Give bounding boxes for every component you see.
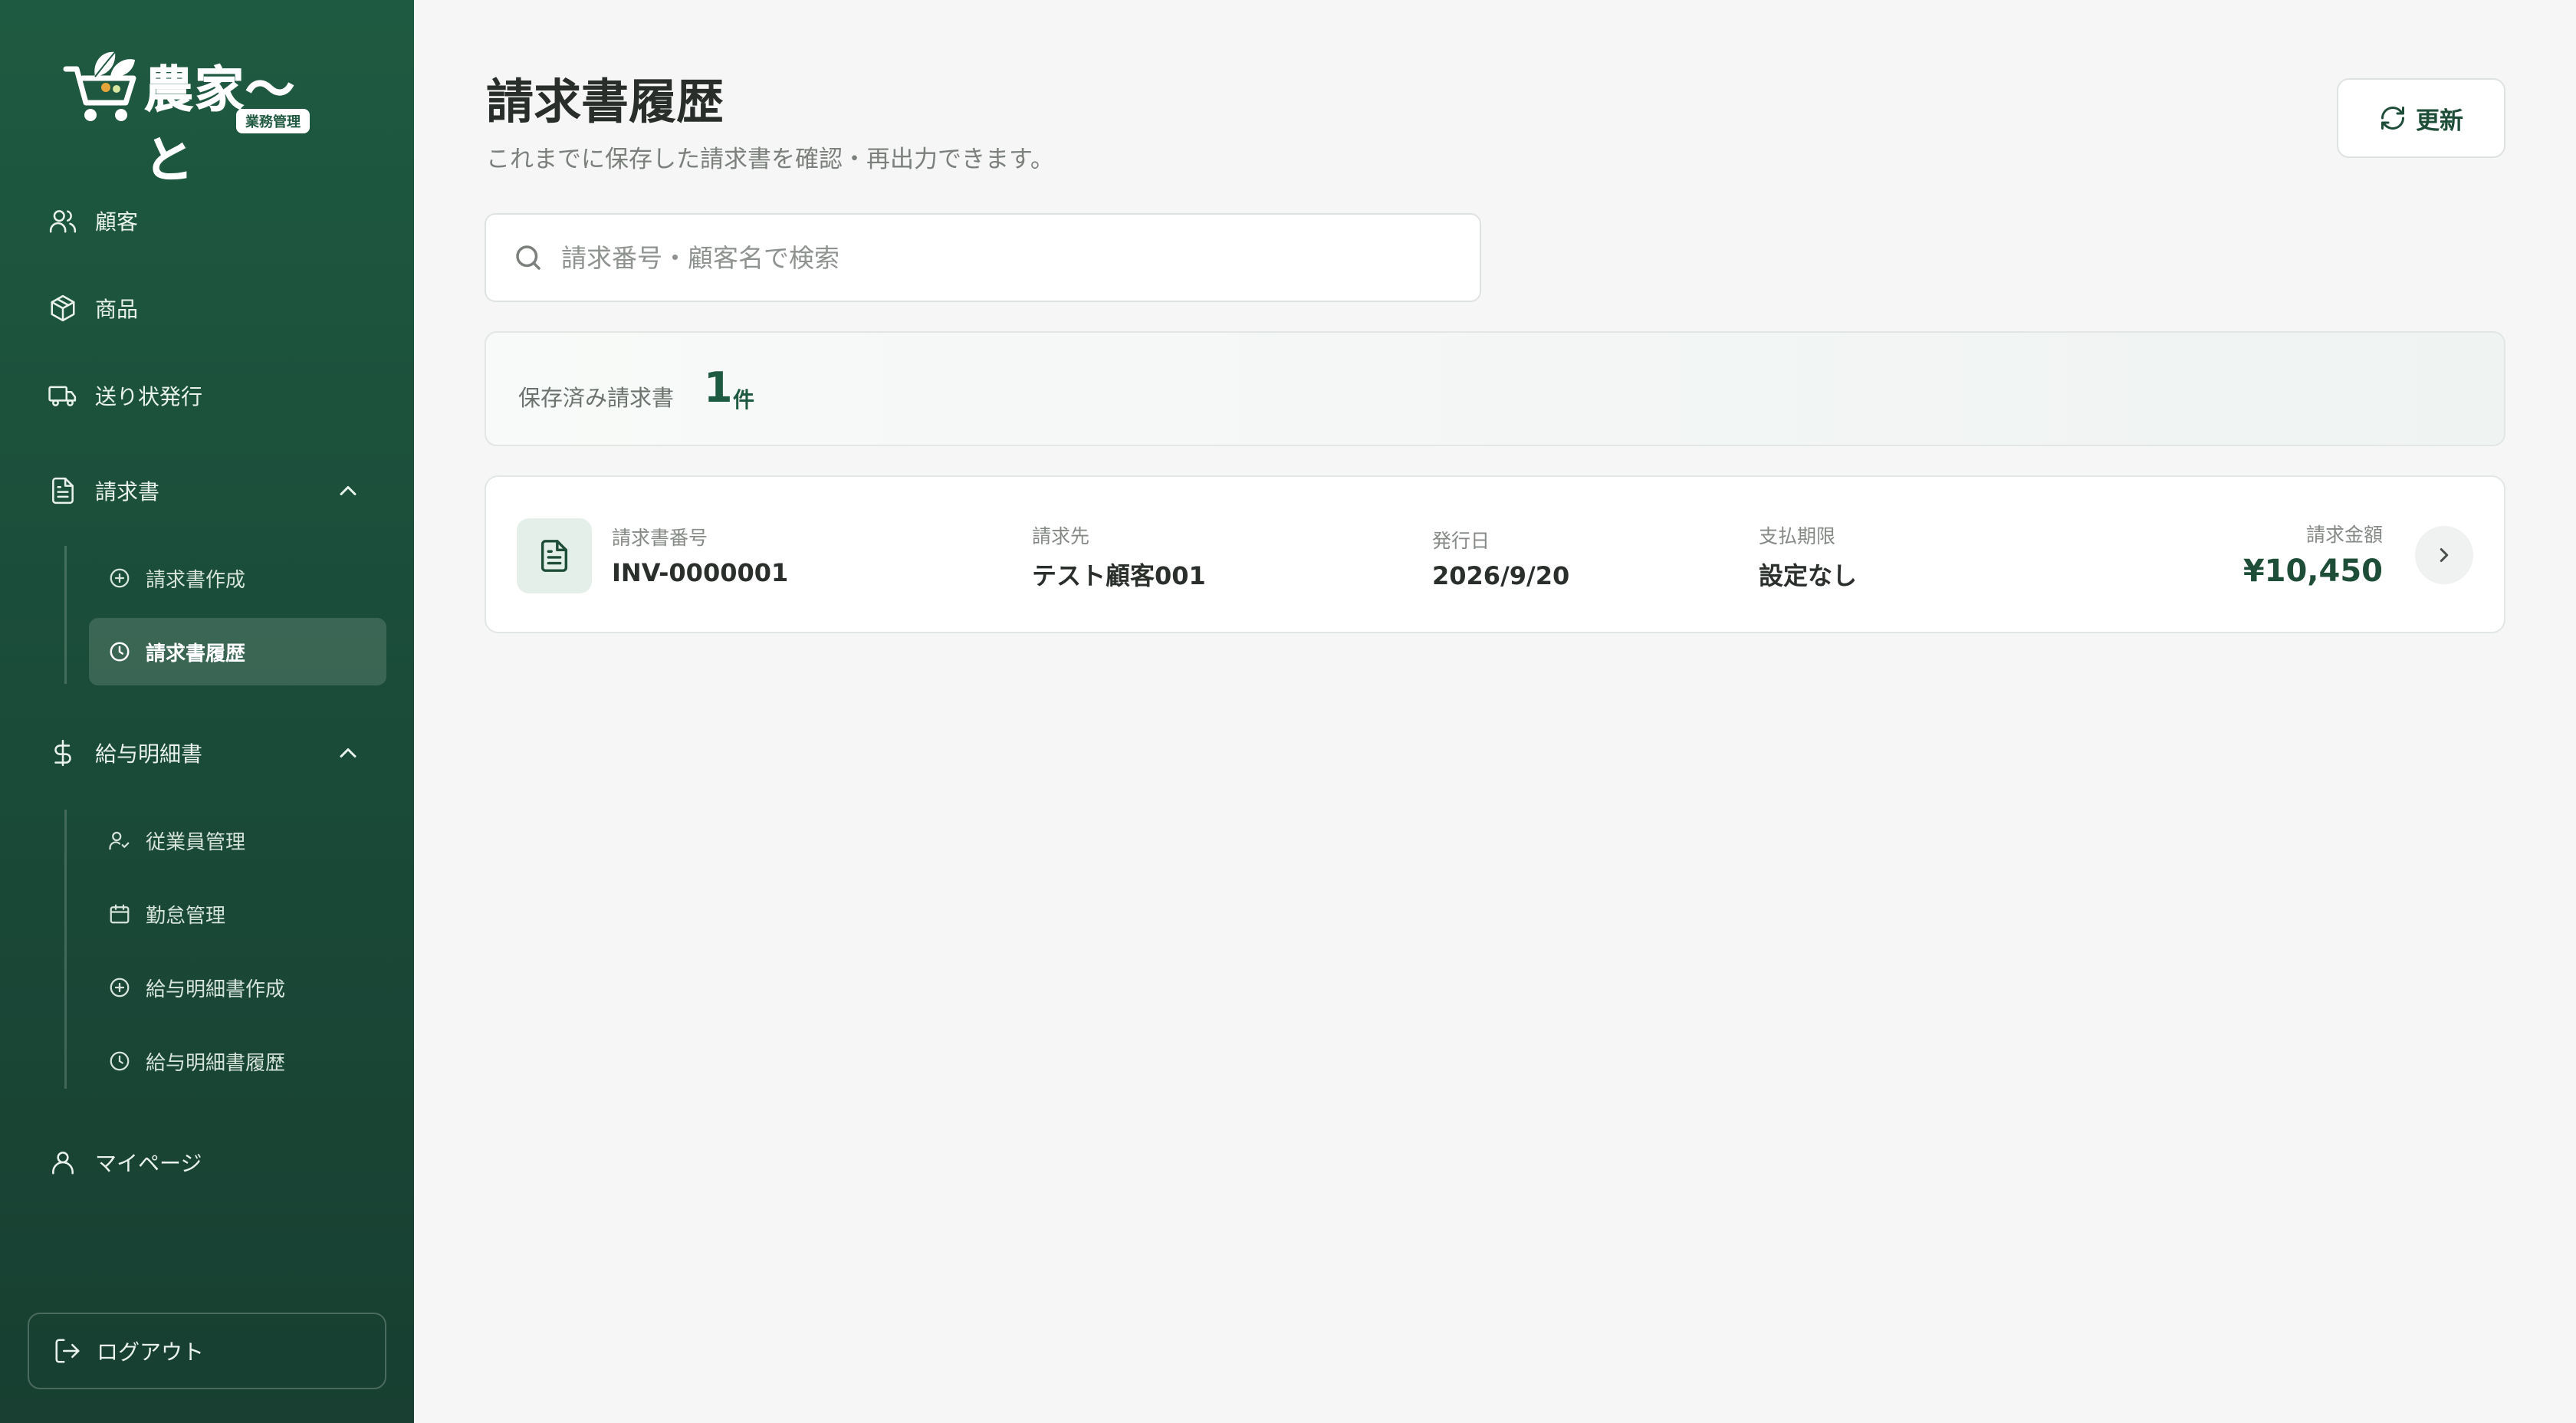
invoice-client-label: 請求先 (1032, 525, 1090, 547)
invoice-client-cell: 請求先 テスト顧客001 (1032, 521, 1206, 592)
sidebar-item-label: 送り状発行 (95, 384, 203, 409)
invoice-amount-cell: 請求金額 ¥10,450 (2243, 520, 2383, 589)
sidebar-item-label: 給与明細書 (95, 741, 203, 767)
invoice-issue-cell: 発行日 2026/9/20 (1432, 526, 1569, 590)
invoice-amount: ¥10,450 (2242, 554, 2383, 589)
package-icon (46, 291, 80, 325)
clock-icon (107, 639, 132, 664)
invoice-row[interactable]: 請求書番号 INV-0000001 請求先 テスト顧客001 発行日 2026/… (485, 475, 2505, 633)
sidebar-item-label: 給与明細書作成 (146, 978, 286, 1001)
sidebar: 農家〜と 業務管理 顧客 商品 送り状発行 請求書 請求書作成 請求書履歴 給与… (0, 0, 414, 1423)
search-input[interactable] (561, 242, 1405, 273)
clock-icon (107, 1049, 132, 1073)
invoice-number-label: 請求書番号 (612, 527, 708, 549)
invoice-open-button[interactable] (2415, 526, 2473, 584)
page-title: 請求書履歴 (486, 74, 724, 130)
saved-count-value: 1 (704, 363, 733, 412)
refresh-icon (2381, 107, 2404, 130)
user-check-icon (107, 828, 132, 853)
invoice-issue-label: 発行日 (1432, 530, 1490, 552)
sidebar-item-label: 従業員管理 (146, 830, 246, 854)
sidebar-item-invoices[interactable]: 請求書 (46, 468, 159, 514)
saved-count-label: 保存済み請求書 (518, 385, 675, 411)
truck-icon (46, 379, 80, 412)
invoice-due-label: 支払期限 (1759, 525, 1836, 547)
logout-button[interactable]: ログアウト (28, 1313, 386, 1389)
sidebar-item-invoice-create[interactable]: 請求書作成 (89, 544, 386, 612)
page-subtitle: これまでに保存した請求書を確認・再出力できます。 (486, 146, 1054, 173)
chevron-right-icon (2440, 548, 2449, 562)
saved-count-unit: 件 (733, 387, 755, 412)
users-icon (46, 204, 80, 238)
saved-count-card: 保存済み請求書 1 件 (485, 331, 2505, 446)
sidebar-item-payslip-create[interactable]: 給与明細書作成 (89, 954, 386, 1021)
user-icon (46, 1145, 80, 1179)
refresh-label: 更新 (2416, 107, 2463, 135)
chevron-up-icon[interactable] (334, 739, 362, 767)
calendar-icon (107, 902, 132, 926)
invoice-client: テスト顧客001 (1032, 561, 1206, 590)
sidebar-item-employees[interactable]: 従業員管理 (89, 807, 386, 874)
sidebar-item-products[interactable]: 商品 (46, 285, 138, 331)
sidebar-item-mypage[interactable]: マイページ (46, 1139, 202, 1185)
invoice-issue-date: 2026/9/20 (1432, 561, 1570, 590)
plus-circle-icon (107, 975, 132, 1000)
sidebar-item-payslip-history[interactable]: 給与明細書履歴 (89, 1027, 386, 1095)
plus-circle-icon (107, 566, 132, 590)
invoice-document-icon (517, 518, 592, 593)
sidebar-item-label: 顧客 (95, 209, 139, 235)
invoice-due-cell: 支払期限 設定なし (1759, 521, 1857, 592)
sidebar-item-invoice-history[interactable]: 請求書履歴 (89, 618, 386, 685)
file-text-icon (46, 474, 80, 508)
search-box[interactable] (485, 213, 1481, 302)
sidebar-item-label: マイページ (95, 1151, 202, 1176)
sidebar-item-label: 給与明細書履歴 (146, 1051, 286, 1075)
dollar-icon (46, 736, 80, 770)
invoice-amount-label: 請求金額 (2305, 524, 2383, 546)
logout-icon (51, 1334, 84, 1368)
sidebar-item-label: 勤怠管理 (146, 904, 226, 928)
brand-tag: 業務管理 (236, 109, 310, 133)
submenu-divider (64, 546, 67, 684)
submenu-divider (64, 810, 67, 1089)
sidebar-item-shipping[interactable]: 送り状発行 (46, 373, 202, 419)
invoice-number-cell: 請求書番号 INV-0000001 (612, 523, 788, 587)
invoice-number: INV-0000001 (612, 558, 789, 587)
sidebar-item-label: 請求書履歴 (146, 642, 246, 665)
refresh-button[interactable]: 更新 (2337, 78, 2505, 158)
sidebar-item-label: 請求書 (95, 479, 160, 504)
sidebar-item-payslips[interactable]: 給与明細書 (46, 730, 202, 776)
sidebar-item-label: 商品 (95, 297, 139, 322)
sidebar-item-label: 請求書作成 (146, 568, 246, 592)
sidebar-item-customers[interactable]: 顧客 (46, 198, 138, 244)
chevron-up-icon[interactable] (334, 477, 362, 504)
logout-label: ログアウト (97, 1339, 205, 1365)
leaf-cart-logo-icon (63, 51, 136, 121)
invoice-due: 設定なし (1759, 561, 1858, 590)
app-logo[interactable]: 農家〜と 業務管理 (61, 43, 330, 190)
search-icon (516, 245, 540, 270)
sidebar-item-attendance[interactable]: 勤怠管理 (89, 880, 386, 948)
